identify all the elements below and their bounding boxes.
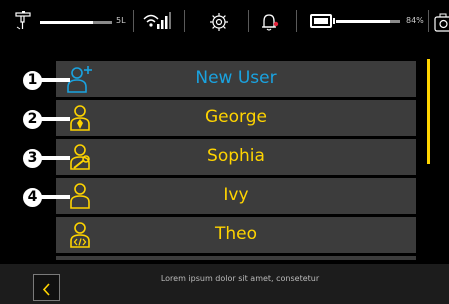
chevron-left-icon: [41, 281, 53, 296]
paint-level-fill: [40, 21, 94, 24]
divider: [428, 10, 429, 32]
list-item-user[interactable]: George: [56, 100, 416, 136]
paint-level-label: 5L: [116, 16, 126, 25]
list-item-user[interactable]: Sophia: [56, 139, 416, 175]
divider: [248, 10, 249, 32]
signal-icon: [157, 12, 171, 30]
callout-leader-line: [40, 195, 70, 199]
settings-icon[interactable]: [209, 12, 229, 32]
battery-level-bar: [336, 20, 400, 23]
battery-level-fill: [336, 20, 390, 23]
user-name: Theo: [214, 224, 258, 244]
user-name: George: [205, 107, 267, 127]
paint-level-bar: [40, 21, 112, 24]
list-item-user[interactable]: Ivy: [56, 178, 416, 214]
battery-icon: [310, 14, 335, 28]
spray-gun-icon: [14, 10, 34, 32]
divider: [296, 10, 297, 32]
status-bar: 5L 84%: [0, 0, 449, 44]
footer-info-text: Lorem ipsum dolor sit amet, consetetur: [160, 274, 320, 283]
bottom-bar: [0, 264, 449, 304]
notification-bell-icon[interactable]: [260, 11, 282, 33]
callout-leader-line: [40, 117, 70, 121]
list-item-new-user[interactable]: New User: [56, 61, 416, 97]
scrollbar[interactable]: [427, 59, 430, 164]
list-item-user[interactable]: Theo: [56, 217, 416, 253]
user-name: Ivy: [223, 185, 249, 205]
divider: [184, 10, 185, 32]
screenshot-camera-icon[interactable]: [434, 12, 449, 34]
divider: [133, 10, 134, 32]
callout-leader-line: [40, 156, 70, 160]
user-name: Sophia: [207, 146, 265, 166]
callout-leader-line: [40, 78, 70, 82]
back-button[interactable]: [33, 274, 60, 301]
battery-percent-label: 84%: [406, 16, 424, 25]
user-name: New User: [195, 68, 277, 88]
list-item-partial: [56, 256, 416, 260]
